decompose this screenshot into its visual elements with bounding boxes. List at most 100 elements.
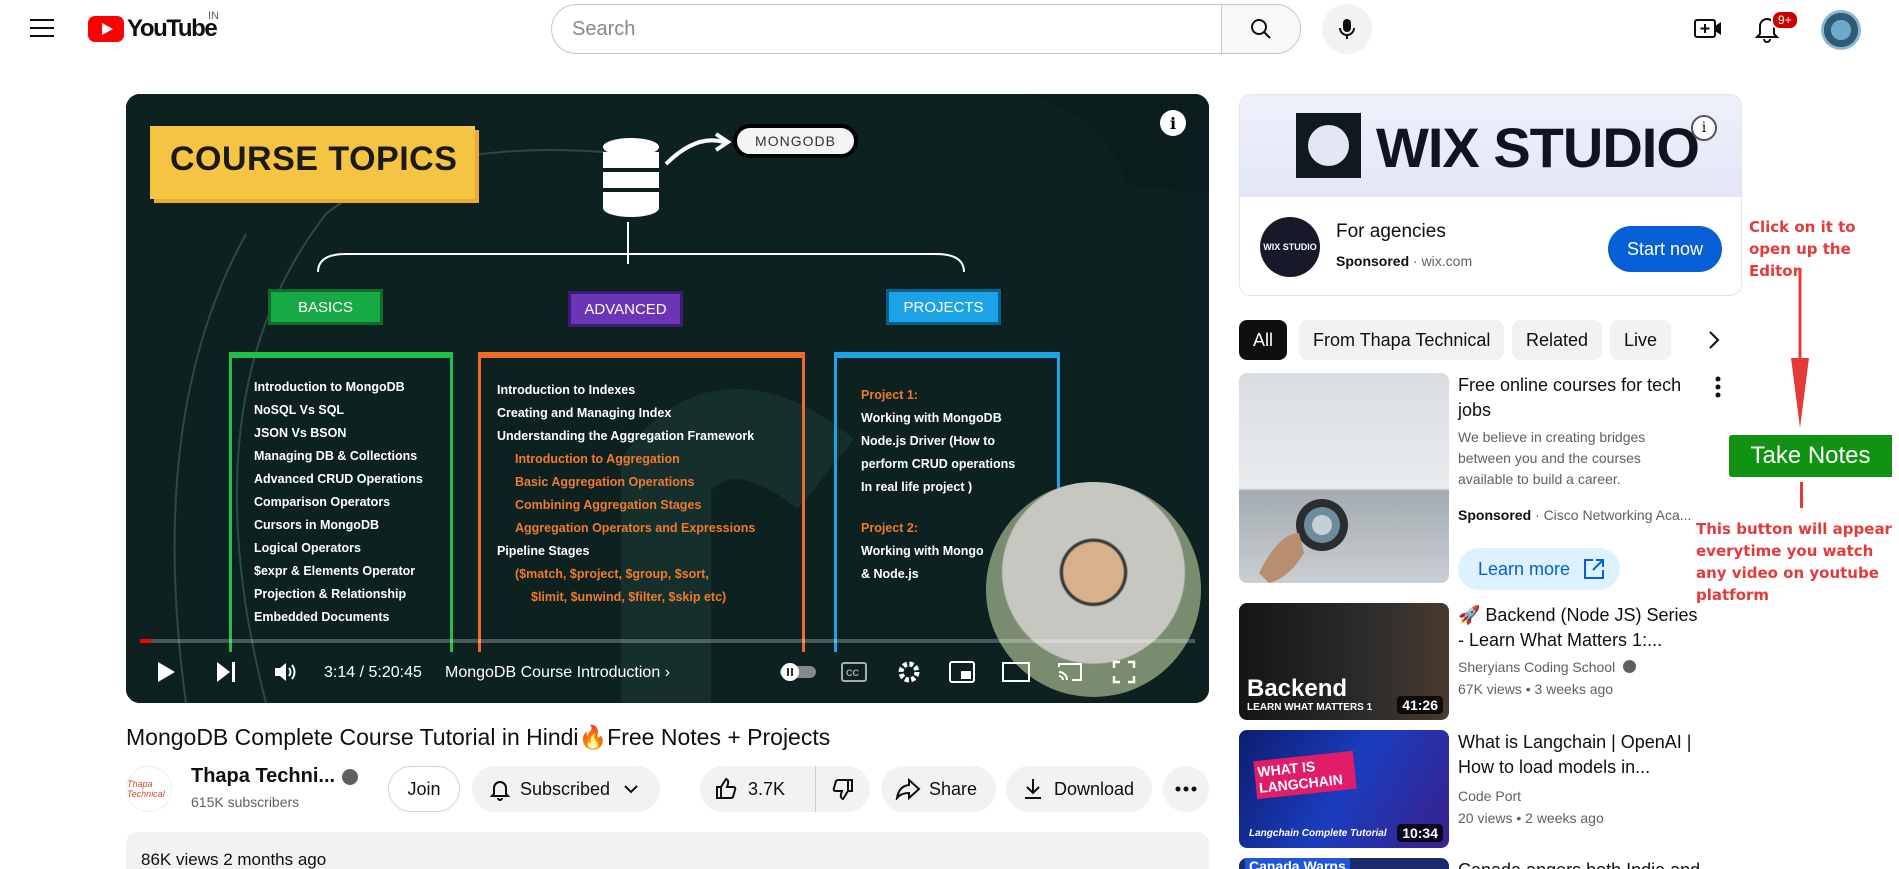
- volume-icon: [275, 663, 296, 681]
- related-thumbnail[interactable]: Backend LEARN WHAT MATTERS 1 41:26: [1239, 603, 1449, 720]
- chip-all[interactable]: All: [1239, 320, 1288, 360]
- chip-from-channel[interactable]: From Thapa Technical: [1299, 320, 1505, 360]
- list-item: Introduction to Aggregation: [515, 452, 680, 466]
- dislike-button[interactable]: [816, 766, 870, 812]
- related-title[interactable]: 🚀 Backend (Node JS) Series - Learn What …: [1458, 603, 1706, 653]
- time-display: 3:14 / 5:20:45: [324, 664, 422, 681]
- list-item: Logical Operators: [254, 541, 361, 555]
- slide-heading: COURSE TOPICS: [170, 140, 458, 178]
- info-icon[interactable]: i: [1160, 110, 1186, 136]
- create-button[interactable]: [1692, 14, 1724, 44]
- autoplay-toggle[interactable]: [778, 654, 818, 690]
- channel-avatar[interactable]: Thapa Technical: [126, 766, 172, 812]
- youtube-play-icon: [88, 16, 124, 42]
- advertiser-name: · Cisco Networking Aca...: [1535, 507, 1692, 523]
- related-title[interactable]: Canada angers both India and: [1458, 858, 1706, 869]
- related-title[interactable]: What is Langchain | OpenAI | How to load…: [1458, 730, 1706, 780]
- learn-more-button[interactable]: Learn more: [1458, 548, 1620, 590]
- search-input[interactable]: [551, 4, 1221, 54]
- sponsored-ad[interactable]: WIX STUDIO i WIX STUDIO For agencies Spo…: [1239, 94, 1742, 296]
- video-duration: 41:26: [1397, 696, 1443, 714]
- ad-banner: WIX STUDIO i: [1240, 95, 1741, 197]
- miniplayer-icon: [949, 661, 975, 683]
- ad-info-icon[interactable]: i: [1691, 115, 1717, 141]
- settings-button[interactable]: [891, 654, 927, 690]
- channel-name: Sheryians Coding School: [1458, 659, 1616, 675]
- theater-icon: [1002, 662, 1030, 682]
- ad-domain: · wix.com: [1413, 253, 1473, 269]
- svg-text:CC: CC: [846, 668, 859, 678]
- related-thumbnail[interactable]: WHAT IS LANGCHAIN Langchain Complete Tut…: [1239, 730, 1449, 848]
- theater-button[interactable]: [998, 654, 1034, 690]
- ad-title: For agencies: [1336, 221, 1446, 242]
- download-button[interactable]: Download: [1006, 766, 1152, 812]
- take-notes-button[interactable]: Take Notes: [1729, 435, 1892, 477]
- chip-related[interactable]: Related: [1512, 320, 1603, 360]
- chip-live[interactable]: Live: [1610, 320, 1672, 360]
- play-button[interactable]: [148, 654, 184, 690]
- miniplayer-button[interactable]: [944, 654, 980, 690]
- menu-icon[interactable]: [30, 19, 54, 37]
- list-item: Introduction to Indexes: [497, 383, 636, 397]
- join-button[interactable]: Join: [388, 766, 460, 812]
- like-button[interactable]: 3.7K: [700, 766, 816, 812]
- captions-button[interactable]: CC: [836, 654, 872, 690]
- channel-name[interactable]: Thapa Techni...: [191, 765, 335, 788]
- cast-button[interactable]: [1052, 654, 1088, 690]
- next-button[interactable]: [208, 654, 244, 690]
- basics-list: Introduction to MongoDB NoSQL Vs SQL JSO…: [254, 376, 423, 629]
- connector-line: [1800, 482, 1803, 508]
- thumb-subtitle: LEARN WHAT MATTERS 1: [1247, 702, 1373, 713]
- list-item: Pipeline Stages: [497, 544, 590, 558]
- share-button[interactable]: Share: [881, 766, 996, 812]
- video-player[interactable]: COURSE TOPICS MONGODB BASICS ADVANCED PR…: [126, 94, 1209, 703]
- list-item: Combining Aggregation Stages: [515, 498, 702, 512]
- related-title[interactable]: Free online courses for tech jobs: [1458, 373, 1706, 423]
- progress-bar[interactable]: [140, 639, 1195, 643]
- list-item: Project 2:: [861, 521, 918, 535]
- chips-next-button[interactable]: [1696, 322, 1732, 358]
- tag-basics: BASICS: [268, 289, 383, 325]
- advanced-list: Introduction to Indexes Creating and Man…: [497, 379, 755, 609]
- player-controls: 3:14 / 5:20:45 MongoDB Course Introducti…: [126, 646, 1209, 700]
- video-add-icon: [1694, 19, 1721, 38]
- share-label: Share: [929, 778, 978, 799]
- share-icon: [895, 778, 921, 800]
- cc-icon: CC: [841, 662, 867, 682]
- related-thumbnail[interactable]: [1239, 373, 1449, 583]
- lens-ball-image: [1259, 499, 1348, 583]
- voice-search-button[interactable]: [1322, 4, 1372, 54]
- volume-button[interactable]: [268, 654, 304, 690]
- more-actions-button[interactable]: [1163, 766, 1209, 812]
- play-icon: [158, 662, 175, 682]
- database-icon: [603, 138, 659, 217]
- cast-icon: [1058, 663, 1082, 681]
- more-vertical-icon[interactable]: [1715, 376, 1735, 400]
- country-code: IN: [208, 10, 219, 22]
- list-item: Managing DB & Collections: [254, 449, 418, 463]
- chevron-down-icon: [624, 785, 638, 794]
- thumbs-up-icon: [716, 777, 737, 799]
- start-now-button[interactable]: Start now: [1608, 226, 1722, 272]
- tag-advanced: ADVANCED: [568, 291, 683, 327]
- list-item: ($match, $project, $group, $sort,: [515, 567, 709, 581]
- list-item: In real life project ): [861, 480, 973, 494]
- fullscreen-button[interactable]: [1106, 654, 1142, 690]
- list-item: Creating and Managing Index: [497, 406, 672, 420]
- list-item: JSON Vs BSON: [254, 426, 347, 440]
- extension-hint-bottom: This button will appear everytime you wa…: [1696, 520, 1892, 604]
- subscribed-button[interactable]: Subscribed: [472, 766, 660, 812]
- related-thumbnail[interactable]: Canada Warns: [1239, 858, 1449, 869]
- chapter-title[interactable]: MongoDB Course Introduction ›: [445, 664, 670, 682]
- tag-projects: PROJECTS: [886, 289, 1001, 325]
- related-meta: 67K views • 3 weeks ago: [1458, 681, 1614, 697]
- list-item: Introduction to MongoDB: [254, 380, 405, 394]
- search-button[interactable]: [1221, 4, 1301, 54]
- youtube-logo[interactable]: YouTube: [88, 15, 218, 43]
- account-avatar[interactable]: [1821, 10, 1861, 50]
- video-title: MongoDB Complete Course Tutorial in Hind…: [126, 724, 831, 750]
- related-meta: 20 views • 2 weeks ago: [1458, 810, 1604, 826]
- bell-icon: [489, 781, 511, 801]
- ad-sponsored-line: Sponsored · wix.com: [1336, 253, 1472, 269]
- list-item: Comparison Operators: [254, 495, 391, 509]
